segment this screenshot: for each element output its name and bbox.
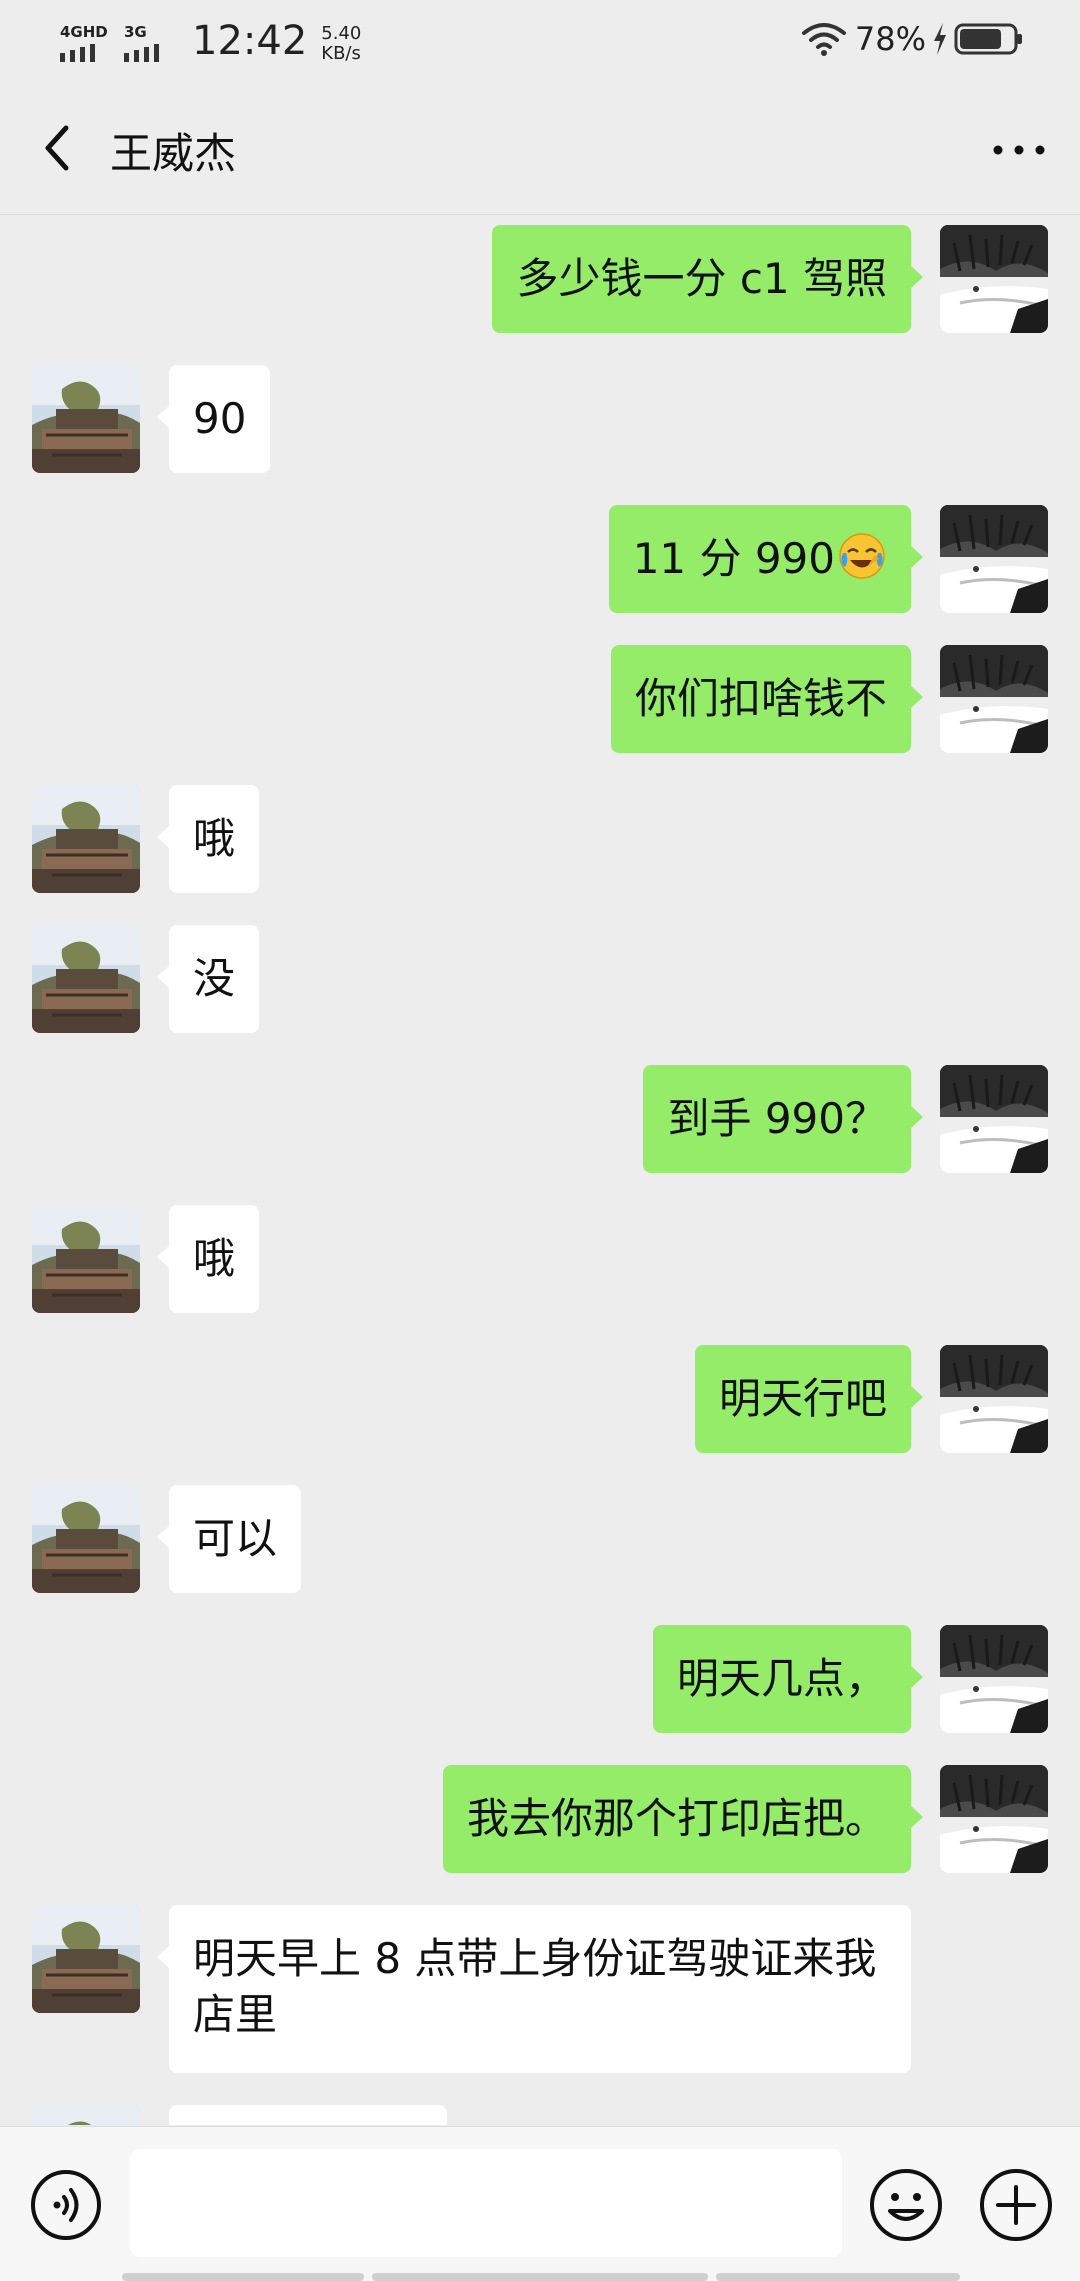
message-bubble[interactable]: 明天行吧	[694, 1345, 924, 1453]
message-text: 到手 990？	[667, 1094, 887, 1143]
message-text: 多少钱一分 c1 驾照	[516, 254, 887, 303]
message-bubble[interactable]: 哦	[156, 1205, 260, 1313]
contact-avatar[interactable]	[32, 1905, 140, 2013]
message-text: 我去你那个打印店把。	[466, 1794, 887, 1843]
message-text: 你们扣啥钱不	[634, 674, 887, 723]
network-speed-unit: KB/s	[321, 43, 361, 64]
message-bubble[interactable]: 11 分 990	[608, 505, 924, 613]
my-avatar[interactable]	[940, 1345, 1048, 1453]
message-text: 哦	[193, 814, 236, 863]
message-text: 明天早上 8 点带上身份证驾驶证来我店里	[193, 1934, 877, 2039]
message-input[interactable]	[130, 2149, 842, 2257]
message-text: 可以	[193, 1514, 278, 1563]
battery-percent: 78%	[854, 20, 926, 58]
network-speed: 5.40 KB/s	[321, 24, 361, 64]
my-avatar[interactable]	[940, 1625, 1048, 1733]
my-avatar[interactable]	[940, 1065, 1048, 1173]
message-bubble[interactable]: 我去你那个打印店把。	[442, 1765, 924, 1873]
wifi-icon	[801, 23, 846, 56]
input-bar	[0, 2126, 1080, 2281]
chevron-left-icon[interactable]	[34, 118, 84, 178]
contact-avatar[interactable]	[32, 1205, 140, 1313]
message-text: 明天几点，	[676, 1654, 887, 1703]
chat-header: 王威杰	[0, 84, 1080, 215]
voice-icon[interactable]	[30, 2169, 102, 2241]
message-text: 没	[193, 954, 236, 1003]
message-list[interactable]: 多少钱一分 c1 驾照 90 11 分 990 你们扣啥钱不 哦 没 到手 99…	[0, 215, 1080, 2125]
my-avatar[interactable]	[940, 1765, 1048, 1873]
contact-avatar[interactable]	[32, 785, 140, 893]
signal-4g-icon: 4GHD	[58, 24, 108, 64]
message-text: 90	[193, 394, 247, 443]
my-avatar[interactable]	[940, 505, 1048, 613]
message-bubble[interactable]: 90	[156, 365, 271, 473]
chat-title: 王威杰	[110, 129, 237, 178]
status-bar: 4GHD 3G 12:42 5.40 KB/s 78%	[0, 0, 1080, 84]
network-speed-value: 5.40	[321, 23, 362, 44]
face-with-tears-of-joy-icon	[839, 533, 885, 579]
more-dots-icon[interactable]	[984, 120, 1054, 180]
message-bubble[interactable]: 你们扣啥钱不	[610, 645, 924, 753]
plus-icon[interactable]	[978, 2167, 1054, 2243]
message-bubble[interactable]: 到手 990？	[643, 1065, 923, 1173]
my-avatar[interactable]	[940, 225, 1048, 333]
message-bubble[interactable]: 可以	[156, 1485, 302, 1593]
network-type-label: 4GHD	[60, 23, 108, 41]
network-type-label-2: 3G	[124, 23, 147, 41]
message-bubble[interactable]: 明天几点，	[652, 1625, 924, 1733]
message-text: 哦	[193, 1234, 236, 1283]
my-avatar[interactable]	[940, 645, 1048, 753]
status-time: 12:42	[192, 18, 308, 64]
message-bubble[interactable]: 明天早上 8 点带上身份证驾驶证来我店里	[157, 1905, 911, 2073]
message-bubble[interactable]: 哦	[156, 785, 260, 893]
message-text: 明天行吧	[718, 1374, 887, 1423]
message-text: 11 分 990	[632, 534, 835, 583]
battery-icon	[954, 23, 1022, 55]
contact-avatar[interactable]	[32, 1485, 140, 1593]
message-bubble[interactable]: 没	[156, 925, 260, 1033]
emoji-icon[interactable]	[868, 2167, 944, 2243]
charging-icon	[934, 23, 946, 55]
message-bubble[interactable]: 多少钱一分 c1 驾照	[492, 225, 923, 333]
signal-3g-icon: 3G	[122, 24, 172, 64]
contact-avatar[interactable]	[32, 365, 140, 473]
contact-avatar[interactable]	[32, 2105, 140, 2125]
message-bubble[interactable]	[169, 2105, 447, 2125]
contact-avatar[interactable]	[32, 925, 140, 1033]
